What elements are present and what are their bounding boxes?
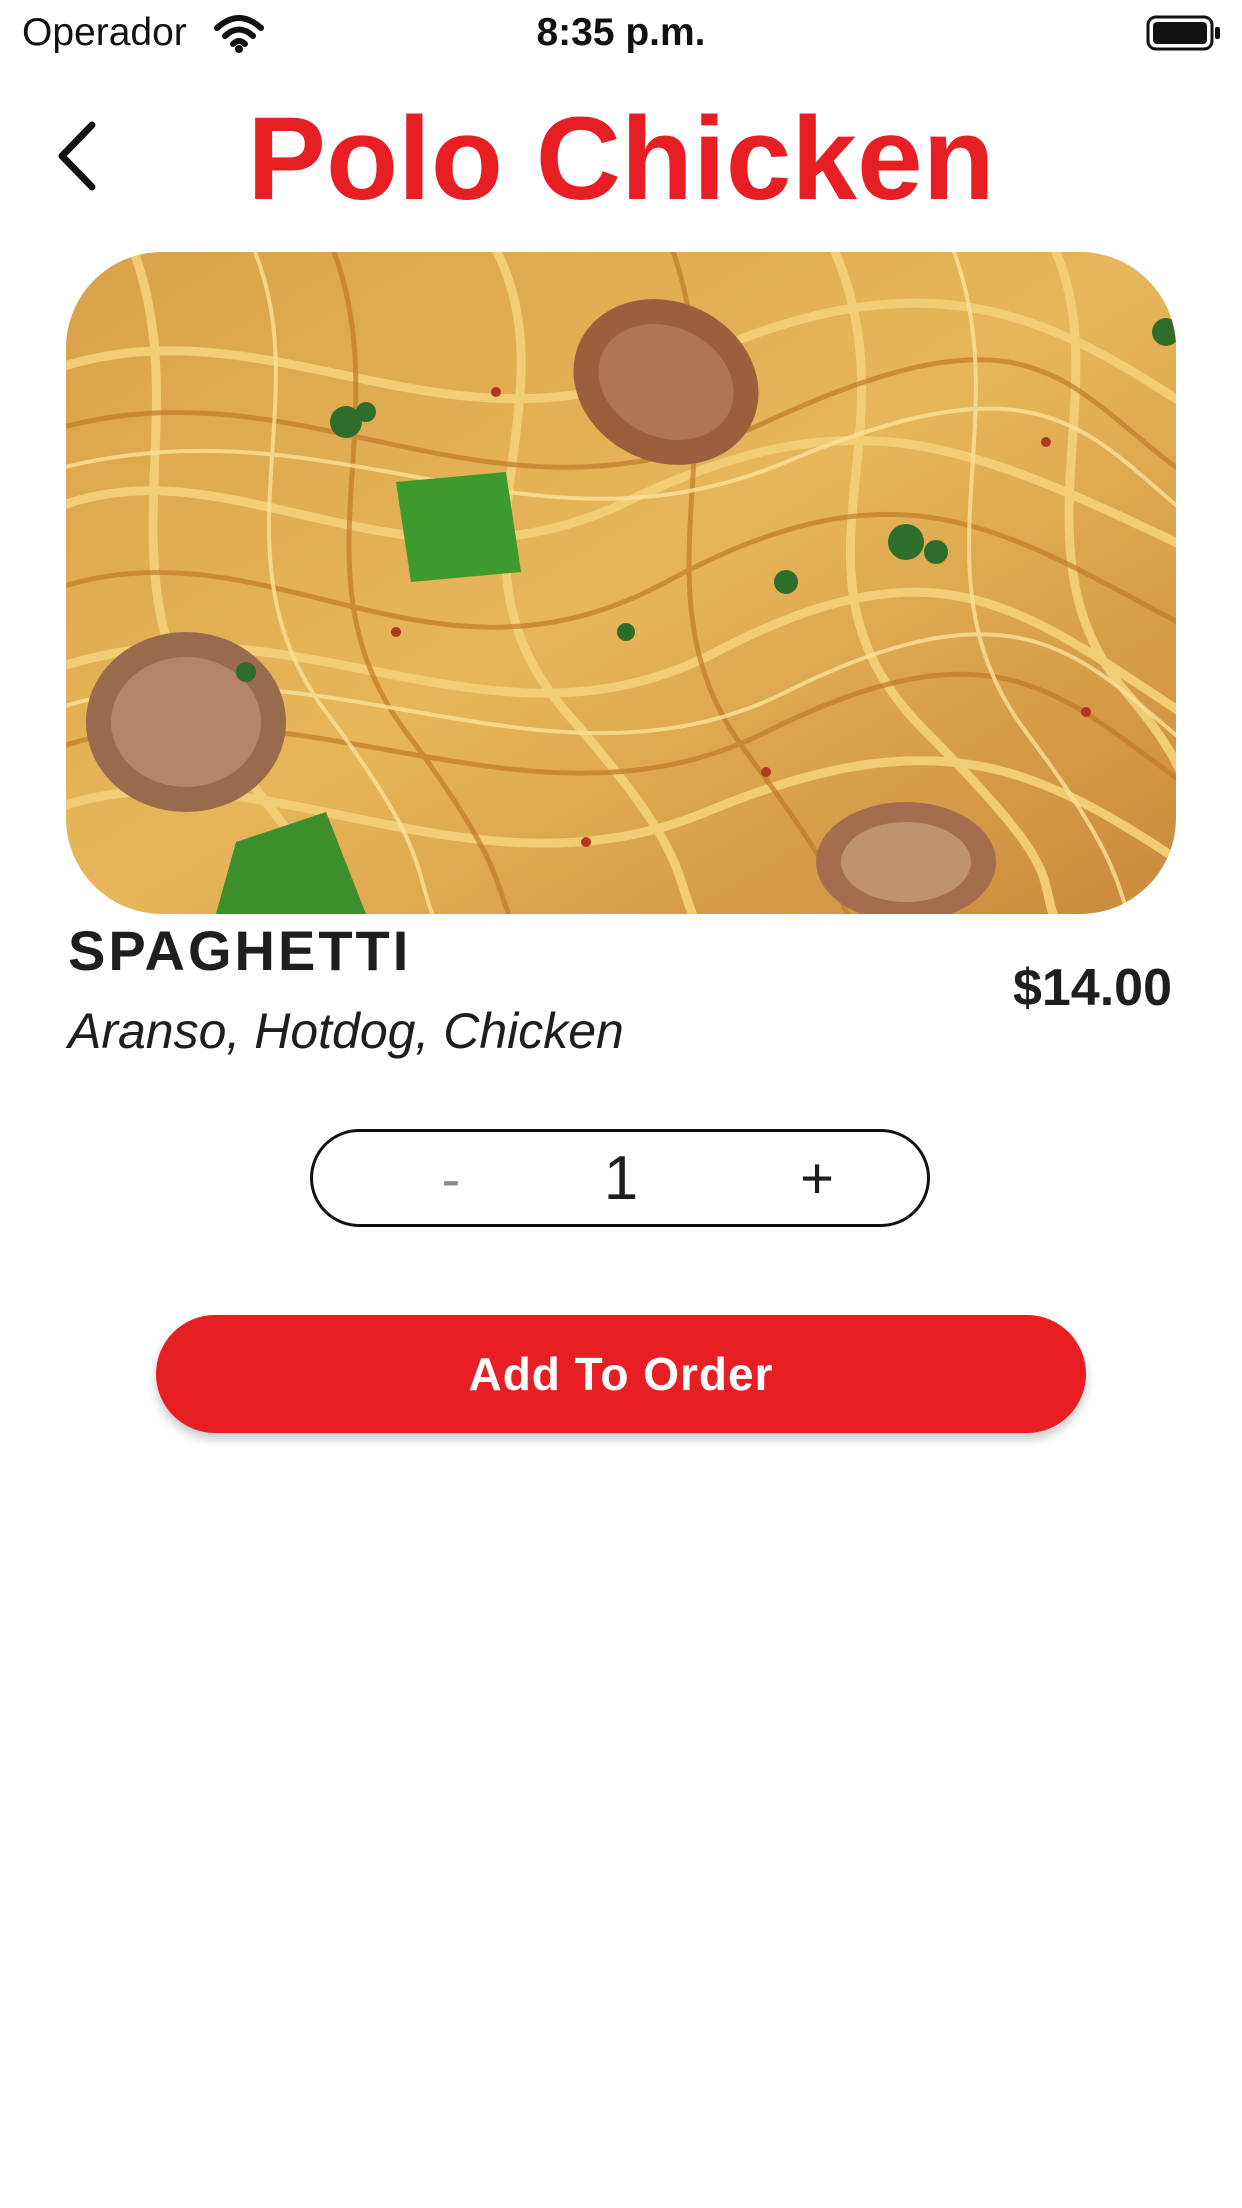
status-time: 8:35 p.m. <box>536 11 706 54</box>
decrease-quantity-button[interactable]: - <box>411 1132 491 1224</box>
item-description: Aranso, Hotdog, Chicken <box>68 1003 624 1059</box>
add-to-order-button[interactable]: Add To Order <box>156 1315 1086 1433</box>
item-price: $14.00 <box>1012 959 1172 1017</box>
food-photo-spaghetti <box>66 252 1176 914</box>
increase-quantity-button[interactable]: + <box>777 1132 857 1224</box>
food-image <box>66 252 1176 914</box>
quantity-value: 1 <box>603 1143 639 1213</box>
quantity-stepper: - 1 + <box>310 1129 930 1227</box>
page-title: Polo Chicken <box>247 93 995 225</box>
item-name: SPAGHETTI <box>68 919 412 982</box>
battery-icon <box>1146 14 1222 52</box>
status-bar: Operador 8:35 p.m. <box>0 0 1242 66</box>
